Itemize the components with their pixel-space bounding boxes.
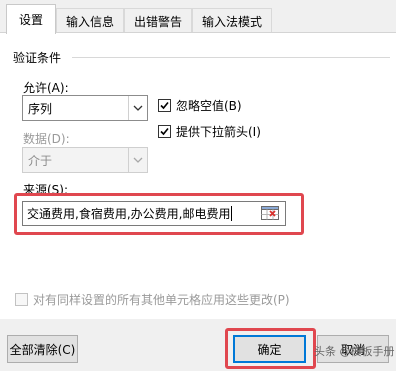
tab-input-message-label: 输入信息 xyxy=(65,14,114,29)
apply-all-option: 对有同样设置的所有其他单元格应用这些更改(P) xyxy=(15,291,290,308)
tab-error-alert-label: 出错警告 xyxy=(133,14,182,29)
ignore-blank-label: 忽略空值(B) xyxy=(176,99,242,113)
apply-all-checkbox xyxy=(15,293,28,306)
ignore-blank-checkbox[interactable] xyxy=(158,99,171,112)
allow-select-value: 序列 xyxy=(28,101,53,116)
source-highlight-box xyxy=(14,193,304,235)
tab-input-message[interactable]: 输入信息 xyxy=(56,8,124,33)
ok-highlight-box xyxy=(225,328,316,369)
clear-all-label: 全部清除(C) xyxy=(9,342,76,357)
ignore-blank-option[interactable]: 忽略空值(B) xyxy=(158,97,242,114)
tab-error-alert[interactable]: 出错警告 xyxy=(124,8,192,33)
in-cell-dropdown-label: 提供下拉箭头(I) xyxy=(176,125,261,139)
watermark: 头条 @模板手册 xyxy=(314,343,395,359)
allow-select[interactable]: 序列 xyxy=(22,95,148,121)
section-title: 验证条件 xyxy=(13,51,62,65)
checkmark-icon xyxy=(160,101,169,110)
tab-ime-mode[interactable]: 输入法模式 xyxy=(192,8,272,33)
data-select-value: 介于 xyxy=(28,153,53,168)
in-cell-dropdown-checkbox[interactable] xyxy=(158,125,171,138)
tab-settings-label: 设置 xyxy=(18,13,43,27)
watermark-text: 头条 @模板手册 xyxy=(314,345,395,358)
allow-label: 允许(A): xyxy=(23,81,69,95)
tab-strip: 设置 输入信息 出错警告 输入法模式 xyxy=(0,0,396,34)
chevron-down-icon xyxy=(128,148,147,172)
tab-ime-mode-label: 输入法模式 xyxy=(201,14,262,29)
data-select: 介于 xyxy=(22,147,148,173)
apply-all-label: 对有同样设置的所有其他单元格应用这些更改(P) xyxy=(33,293,290,307)
in-cell-dropdown-option[interactable]: 提供下拉箭头(I) xyxy=(158,123,261,140)
tab-settings[interactable]: 设置 xyxy=(6,4,56,34)
checkmark-icon xyxy=(160,127,169,136)
clear-all-button[interactable]: 全部清除(C) xyxy=(7,335,78,363)
section-divider xyxy=(72,57,390,58)
settings-panel xyxy=(0,32,396,319)
chevron-down-icon[interactable] xyxy=(128,96,147,120)
data-label: 数据(D): xyxy=(23,132,70,146)
